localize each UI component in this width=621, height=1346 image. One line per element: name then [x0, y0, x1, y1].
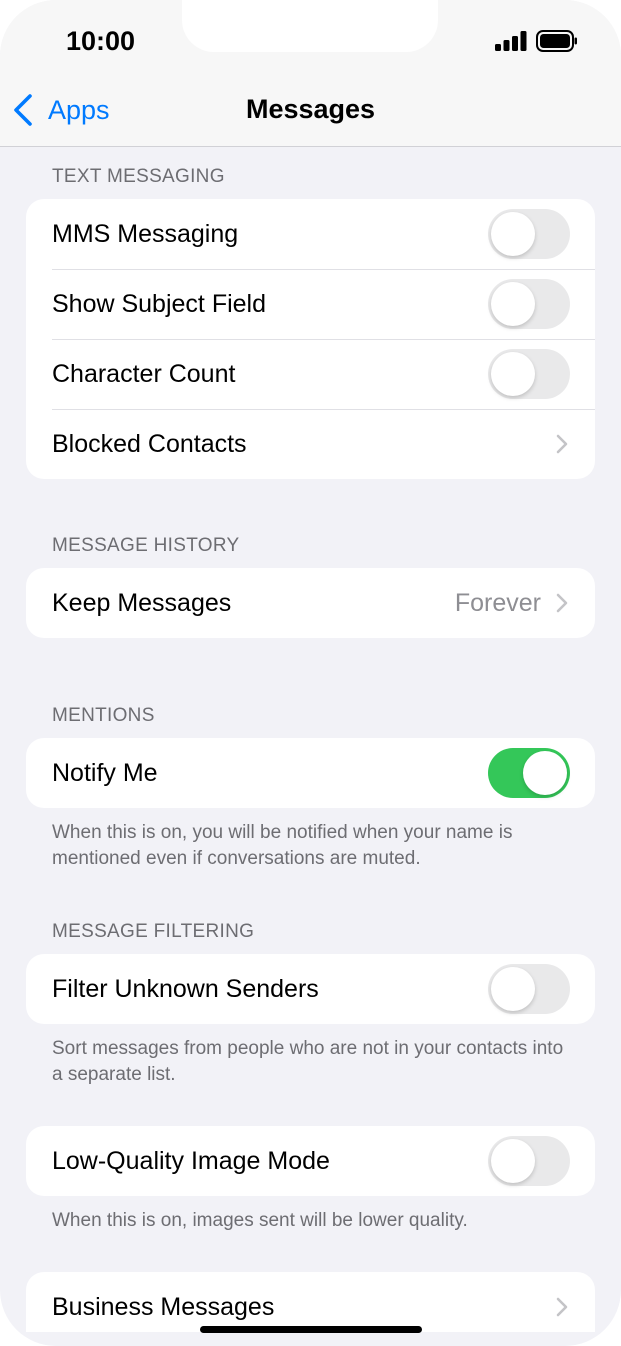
notch: [182, 0, 438, 52]
mentions-group: Notify Me: [26, 738, 595, 808]
character-count-toggle[interactable]: [488, 349, 570, 399]
business-messages-row[interactable]: Business Messages: [26, 1272, 595, 1332]
low-quality-image-mode-toggle[interactable]: [488, 1136, 570, 1186]
toggle-knob: [491, 212, 535, 256]
message-filtering-group: Filter Unknown Senders: [26, 954, 595, 1024]
low-quality-footer-note: When this is on, images sent will be low…: [52, 1210, 468, 1231]
show-subject-field-label: Show Subject Field: [52, 289, 267, 318]
home-indicator: [200, 1326, 422, 1333]
low-quality-image-mode-row: Low-Quality Image Mode: [26, 1126, 595, 1196]
character-count-label: Character Count: [52, 359, 236, 388]
section-header-message-history: MESSAGE HISTORY: [52, 535, 240, 556]
status-time: 10:00: [66, 26, 136, 56]
mms-messaging-label: MMS Messaging: [52, 219, 239, 248]
section-header-mentions: MENTIONS: [52, 705, 155, 726]
business-messages-label: Business Messages: [52, 1292, 275, 1321]
mms-messaging-row: MMS Messaging: [26, 199, 595, 269]
low-quality-group: Low-Quality Image Mode: [26, 1126, 595, 1196]
battery-icon: [536, 30, 577, 52]
toggle-knob: [491, 967, 535, 1011]
chevron-right-icon: [556, 1297, 568, 1317]
mms-messaging-toggle[interactable]: [488, 209, 570, 259]
filter-unknown-senders-label: Filter Unknown Senders: [52, 974, 319, 1003]
notify-me-label: Notify Me: [52, 758, 158, 787]
phone-screen: 10:00 Apps Messages TEXT MESSAGING MMS M…: [0, 0, 621, 1346]
filtering-footer-note: Sort messages from people who are not in…: [52, 1038, 564, 1085]
toggle-knob: [491, 1139, 535, 1183]
show-subject-field-toggle[interactable]: [488, 279, 570, 329]
keep-messages-value: Forever: [454, 588, 541, 617]
top-bar: 10:00 Apps Messages: [0, 0, 621, 147]
blocked-contacts-row[interactable]: Blocked Contacts: [26, 409, 595, 479]
cellular-signal-icon: [495, 31, 527, 51]
keep-messages-row[interactable]: Keep Messages Forever: [26, 568, 595, 638]
section-header-text-messaging: TEXT MESSAGING: [52, 166, 225, 187]
page-title: Messages: [245, 94, 376, 124]
filter-unknown-senders-toggle[interactable]: [488, 964, 570, 1014]
keep-messages-label: Keep Messages: [52, 588, 232, 617]
message-history-group: Keep Messages Forever: [26, 568, 595, 638]
notify-me-row: Notify Me: [26, 738, 595, 808]
chevron-right-icon: [556, 434, 568, 454]
text-messaging-group: MMS Messaging Show Subject Field Charact…: [26, 199, 595, 479]
notify-me-toggle[interactable]: [488, 748, 570, 798]
toggle-knob: [523, 751, 567, 795]
blocked-contacts-label: Blocked Contacts: [52, 429, 247, 458]
filter-unknown-senders-row: Filter Unknown Senders: [26, 954, 595, 1024]
low-quality-image-mode-label: Low-Quality Image Mode: [52, 1146, 330, 1175]
toggle-knob: [491, 282, 535, 326]
character-count-row: Character Count: [26, 339, 595, 409]
chevron-right-icon: [556, 593, 568, 613]
section-header-message-filtering: MESSAGE FILTERING: [52, 921, 255, 942]
mentions-footer-note: When this is on, you will be notified wh…: [52, 822, 513, 869]
toggle-knob: [491, 352, 535, 396]
business-group: Business Messages: [26, 1272, 595, 1332]
show-subject-field-row: Show Subject Field: [26, 269, 595, 339]
